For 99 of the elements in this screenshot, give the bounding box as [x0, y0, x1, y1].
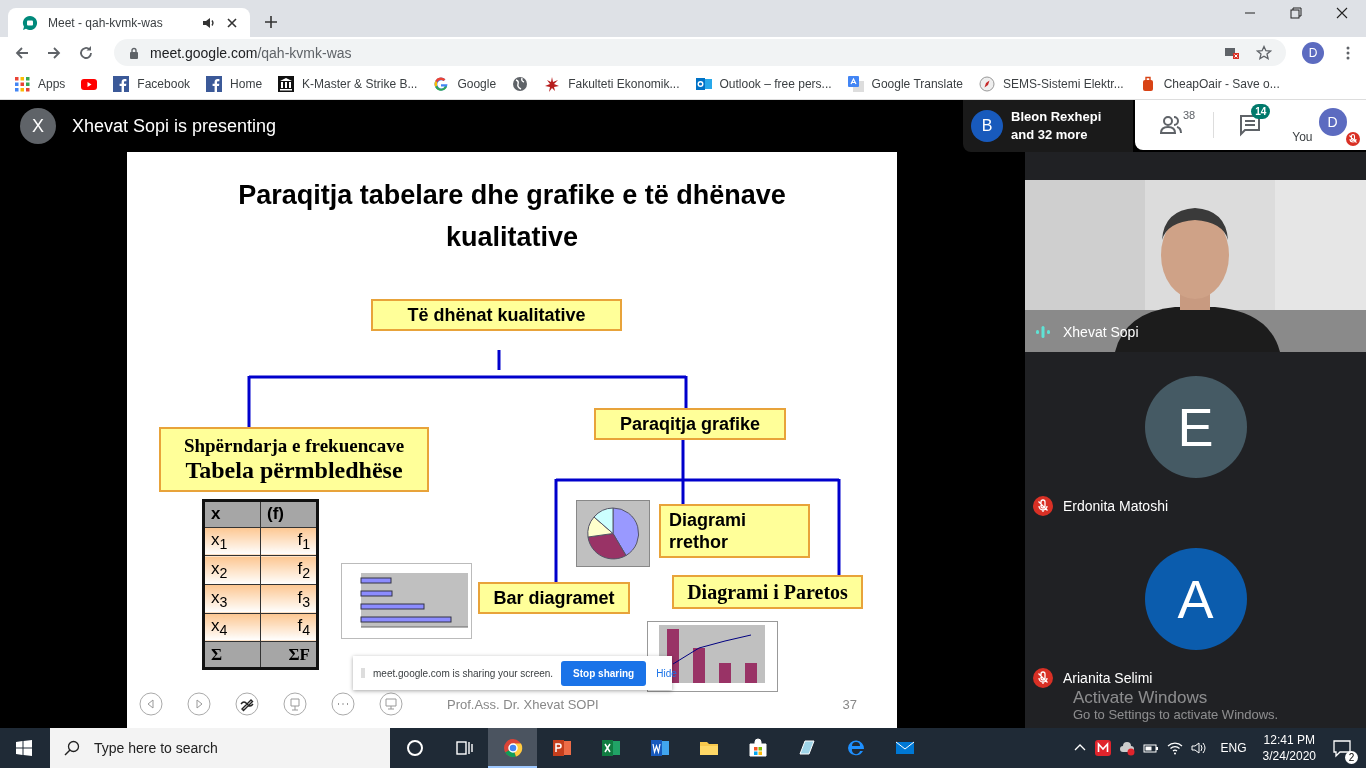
word-icon: [649, 738, 670, 758]
table-cell: f$_{2}$: [260, 555, 318, 585]
presenter-avatar: X: [20, 108, 56, 144]
presenting-label: Xhevat Sopi is presenting: [72, 115, 277, 137]
apps-grid-icon: [14, 75, 30, 92]
bookmark[interactable]: K-Master & Strike B...: [278, 75, 418, 92]
language-indicator[interactable]: ENG: [1220, 741, 1247, 755]
table-cell: f$_{4}$: [260, 613, 318, 642]
bookmark[interactable]: Google Translate: [847, 75, 963, 92]
store-bag-icon: [747, 738, 768, 758]
volume-icon[interactable]: [1190, 740, 1207, 756]
bookmark[interactable]: CheapOair - Save o...: [1139, 75, 1280, 92]
diagram-node: Diagrami i Paretos: [672, 575, 863, 609]
excel-icon: [600, 738, 621, 758]
back-icon[interactable]: [14, 44, 30, 61]
participants-chip[interactable]: B Bleon Rexhepi and 32 more: [963, 100, 1133, 152]
table-footer-cell: ΣF: [260, 641, 318, 669]
table-cell: x$_{3}$: [203, 584, 261, 614]
diagram-node: Bar diagramet: [478, 582, 630, 614]
bookmark[interactable]: Home: [206, 75, 263, 92]
lock-icon: [128, 46, 140, 59]
new-tab-icon[interactable]: [264, 15, 278, 29]
browser-tab[interactable]: Meet - qah-kvmk-was: [8, 8, 250, 37]
clock[interactable]: 12:41 PM 3/24/2020: [1262, 732, 1316, 764]
meet-icon: [22, 14, 38, 31]
url-text: meet.google.com/qah-kvmk-was: [150, 44, 352, 61]
table-cell: x$_{2}$: [203, 555, 261, 585]
g-logo-icon: [433, 75, 450, 92]
close-icon[interactable]: [226, 16, 238, 29]
self-avatar[interactable]: D: [1318, 108, 1347, 136]
slide-title: Paraqitja tabelare dhe grafike e të dhënave kualitative: [237, 179, 787, 254]
connector-line: [497, 350, 501, 370]
table-cell: f$_{1}$: [260, 527, 318, 556]
envelope-logo-icon: [695, 75, 712, 92]
speaker-icon[interactable]: [202, 15, 216, 30]
sharing-message: meet.google.com is sharing your screen.: [373, 667, 554, 679]
participant-name: Xhevat Sopi: [1063, 324, 1139, 340]
people-icon: [1159, 113, 1183, 137]
windows-start-icon[interactable]: [16, 740, 32, 756]
cloud-icon[interactable]: [1118, 740, 1135, 756]
f-logo-icon: [206, 75, 223, 92]
notification-count: 2: [1345, 751, 1358, 764]
reload-icon[interactable]: [78, 44, 94, 61]
star-icon[interactable]: [1256, 44, 1272, 61]
bookmark[interactable]: Apps: [14, 75, 66, 92]
building-icon: [278, 75, 295, 92]
close-icon[interactable]: [1336, 6, 1348, 19]
you-label: You: [1292, 130, 1313, 144]
participant-name: Erdonita Matoshi: [1063, 498, 1169, 514]
chat-icon[interactable]: [1238, 113, 1263, 137]
slide-author: Prof.Ass. Dr. Xhevat SOPI: [447, 696, 599, 712]
bookmark[interactable]: [512, 75, 529, 92]
diagram-node: Paraqitja grafike: [594, 408, 786, 440]
address-bar[interactable]: meet.google.com/qah-kvmk-was: [114, 39, 1286, 66]
bookmark[interactable]: Fakulteti Ekonomik...: [544, 75, 680, 92]
table-cell: f$_{3}$: [260, 584, 318, 614]
participant-name: Arianita Selimi: [1063, 670, 1153, 686]
chat-badge: 14: [1251, 104, 1271, 119]
diagram-node: Diagrami rrethor: [659, 504, 810, 558]
powerpoint-icon: [551, 738, 572, 758]
globe-icon: [512, 75, 529, 92]
participant-avatar: A: [1144, 548, 1247, 650]
forward-icon[interactable]: [46, 44, 62, 61]
table-cell: x$_{1}$: [203, 527, 261, 556]
table-header-cell: (f): [260, 500, 318, 528]
restore-icon[interactable]: [1290, 6, 1302, 19]
pen-icon[interactable]: [235, 692, 259, 716]
participant-avatar: E: [1144, 376, 1247, 478]
compass-icon: [978, 75, 995, 92]
activation-title: Activate Windows: [1073, 689, 1209, 707]
bookmark[interactable]: Facebook: [113, 75, 191, 92]
translate-icon: [847, 75, 864, 92]
e-logo-icon: [845, 738, 866, 758]
profile-avatar[interactable]: D: [1302, 41, 1324, 64]
chrome-icon: [502, 738, 523, 758]
activation-message: Go to Settings to activate Windows.: [1073, 707, 1279, 723]
search-icon: [64, 740, 80, 756]
wifi-icon[interactable]: [1166, 740, 1183, 756]
diagram-node: Shpërndarja e frekuencave Tabela përmbledhëse: [159, 427, 429, 492]
stop-sharing-button[interactable]: Stop sharing: [561, 660, 647, 686]
drag-handle-icon[interactable]: [361, 668, 365, 678]
diagram-node: Të dhënat kualitative: [371, 299, 622, 331]
taskbar-search-field[interactable]: Type here to search: [50, 728, 390, 768]
m-logo-icon[interactable]: [1094, 740, 1111, 756]
table-cell: x$_{4}$: [203, 613, 261, 642]
participant-more: and 32 more: [1011, 126, 1089, 144]
parallelogram-icon: [796, 738, 817, 758]
task-view-icon: [453, 738, 474, 758]
bookmark[interactable]: Outlook – free pers...: [695, 75, 832, 92]
table-footer-cell: Σ: [203, 641, 261, 669]
bookmark[interactable]: SEMS-Sistemi Elektr...: [978, 75, 1124, 92]
slide-number: 37: [842, 696, 857, 712]
bookmark[interactable]: Google: [433, 75, 497, 92]
circle-icon: [404, 738, 425, 758]
tab-title: Meet - qah-kvmk-was: [48, 15, 164, 30]
table-header-cell: x: [203, 500, 261, 528]
participant-name: Bleon Rexhepi: [1011, 108, 1102, 126]
f-logo-icon: [113, 75, 130, 92]
participant-avatar: B: [971, 110, 1003, 142]
